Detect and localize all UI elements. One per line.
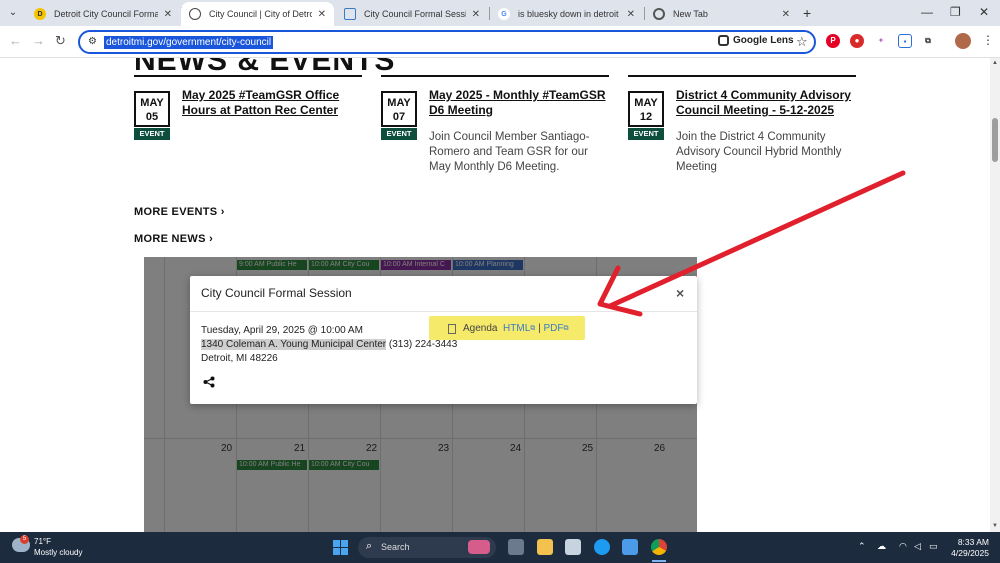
windows-taskbar: 5 71°F Mostly cloudy ⌕ Search ⌃ ☁ ◠ ◁ ▭ … — [0, 532, 1000, 563]
battery-icon[interactable]: ▭ — [929, 541, 938, 552]
annotation-arrow-icon — [597, 170, 906, 317]
record-extension-icon[interactable]: ● — [850, 34, 864, 48]
close-tab-icon[interactable]: ✕ — [318, 9, 326, 20]
snipping-tool-icon[interactable] — [565, 539, 581, 555]
tab-title: is bluesky down in detroit toda... — [518, 9, 621, 19]
restore-icon[interactable]: ❐ — [950, 5, 961, 19]
close-tab-icon[interactable]: ✕ — [472, 9, 480, 20]
active-app-indicator — [652, 560, 666, 562]
taskbar-search[interactable]: ⌕ Search — [358, 537, 496, 558]
lens-label: Google Lens — [733, 35, 794, 46]
tab-detroit-formal-session[interactable]: D Detroit City Council Formal Se... ✕ — [26, 2, 180, 26]
chrome-menu-icon[interactable]: ⋮ — [982, 33, 994, 47]
tab-search-icon[interactable]: ⌄ — [4, 4, 22, 22]
forward-icon[interactable]: → — [32, 33, 45, 48]
search-icon: ⌕ — [366, 540, 373, 552]
site-info-icon[interactable]: ⚙ — [88, 36, 97, 47]
tab-favicon-icon: D — [34, 8, 46, 20]
scroll-down-icon[interactable]: ▼ — [992, 523, 998, 529]
google-icon: G — [498, 8, 510, 20]
puzzle-pink-extension-icon[interactable]: ✦ — [874, 34, 888, 48]
page-scrollbar[interactable]: ▲ ▼ — [990, 58, 1000, 532]
browser-tab-strip: ⌄ D Detroit City Council Formal Se... ✕ … — [0, 0, 1000, 26]
tray-chevron-icon[interactable]: ⌃ — [858, 541, 866, 552]
task-view-icon[interactable] — [508, 539, 524, 555]
search-highlight-icon — [468, 540, 490, 554]
close-tab-icon[interactable]: ✕ — [164, 9, 172, 20]
onedrive-cloud-icon[interactable]: ☁ — [877, 541, 886, 552]
profile-avatar[interactable] — [955, 33, 971, 49]
twitter-app-icon[interactable] — [594, 539, 610, 555]
wifi-icon[interactable]: ◠ — [899, 541, 907, 552]
weather-temp[interactable]: 71°F — [34, 537, 51, 546]
url-text[interactable]: detroitmi.gov/government/city-council — [104, 36, 274, 49]
volume-icon[interactable]: ◁ — [914, 541, 921, 552]
clock-date: 4/29/2025 — [951, 548, 989, 558]
pinterest-extension-icon[interactable]: P — [826, 34, 840, 48]
address-bar[interactable]: ⚙ detroitmi.gov/government/city-council … — [78, 30, 816, 54]
minimize-icon[interactable]: — — [921, 5, 933, 19]
tab-new-tab[interactable]: New Tab ✕ — [645, 2, 798, 26]
back-icon[interactable]: ← — [9, 33, 22, 48]
system-clock[interactable]: 8:33 AM 4/29/2025 — [943, 537, 989, 559]
tab-bluesky-search[interactable]: G is bluesky down in detroit toda... ✕ — [490, 2, 643, 26]
weather-badge: 5 — [20, 535, 29, 544]
chrome-taskbar-icon[interactable] — [651, 539, 667, 555]
windows-start-icon[interactable] — [333, 540, 348, 555]
notepad-app-icon[interactable] — [622, 539, 638, 555]
document-icon — [344, 8, 356, 20]
screen-capture-extension-icon[interactable]: ▪ — [898, 34, 912, 48]
reload-icon[interactable]: ↻ — [55, 33, 66, 49]
bookmark-star-icon[interactable]: ☆ — [796, 34, 808, 50]
city-seal-icon — [189, 8, 201, 20]
close-tab-icon[interactable]: ✕ — [782, 9, 790, 20]
extensions-puzzle-icon[interactable]: ⧉ — [921, 34, 935, 48]
file-explorer-icon[interactable] — [537, 539, 553, 555]
chrome-icon — [653, 8, 665, 20]
close-tab-icon[interactable]: ✕ — [627, 9, 635, 20]
close-window-icon[interactable]: ✕ — [979, 5, 989, 19]
tab-title: City Council | City of Detroit — [209, 9, 312, 19]
tab-formal-session-agenda[interactable]: City Council Formal Session - A... ✕ — [336, 2, 488, 26]
web-page-content: NEWS & EVENTS MAY 05 EVENT May 2025 #Tea… — [0, 58, 990, 532]
tab-title: Detroit City Council Formal Se... — [54, 9, 158, 19]
lens-icon — [718, 35, 729, 46]
browser-toolbar: ← → ↻ ⚙ detroitmi.gov/government/city-co… — [0, 26, 1000, 58]
clock-time: 8:33 AM — [957, 537, 989, 547]
search-label: Search — [381, 542, 410, 552]
new-tab-button[interactable]: + — [803, 5, 811, 21]
tab-city-council[interactable]: City Council | City of Detroit ✕ — [181, 2, 334, 26]
scroll-up-icon[interactable]: ▲ — [992, 60, 998, 66]
google-lens-button[interactable]: Google Lens — [718, 35, 794, 46]
tab-title: New Tab — [673, 9, 708, 19]
scrollbar-thumb[interactable] — [992, 118, 998, 162]
weather-condition[interactable]: Mostly cloudy — [34, 548, 82, 557]
tab-title: City Council Formal Session - A... — [364, 9, 466, 19]
